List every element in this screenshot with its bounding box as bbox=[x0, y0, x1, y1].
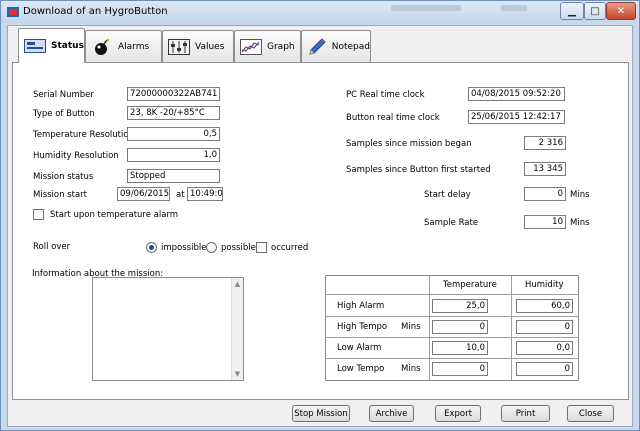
button-type-label: Type of Button bbox=[33, 109, 95, 119]
status-icon bbox=[23, 36, 47, 56]
humidity-resolution-field: 1,0 bbox=[127, 148, 220, 162]
row-low-tempo-unit: Mins bbox=[401, 364, 421, 374]
column-humidity: Humidity bbox=[525, 280, 564, 290]
tab-status-label: Status bbox=[51, 41, 84, 51]
samples-mission-field: 2 316 bbox=[524, 136, 566, 150]
close-button[interactable]: Close bbox=[567, 405, 614, 422]
radio-impossible[interactable] bbox=[146, 242, 157, 253]
samples-first-label: Samples since Button first started bbox=[346, 165, 491, 175]
window-title: Download of an HygroButton bbox=[23, 6, 168, 17]
pencil-icon bbox=[306, 37, 328, 57]
serial-number-field: 72000000322AB741 bbox=[127, 87, 220, 101]
background-blur bbox=[391, 5, 461, 11]
status-panel: Serial Number 72000000322AB741 Type of B… bbox=[12, 62, 629, 400]
sample-rate-unit: Mins bbox=[570, 218, 590, 228]
radio-possible[interactable] bbox=[206, 242, 217, 253]
bomb-icon bbox=[90, 37, 114, 57]
button-clock-label: Button real time clock bbox=[346, 113, 440, 123]
row-high-alarm-label: High Alarm bbox=[337, 301, 385, 311]
archive-button[interactable]: Archive bbox=[369, 405, 414, 422]
start-upon-alarm-label: Start upon temperature alarm bbox=[50, 210, 179, 220]
high-alarm-temperature[interactable]: 25,0 bbox=[432, 299, 488, 313]
at-label: at bbox=[176, 190, 185, 200]
app-window: Download of an HygroButton ▁ □ ✕ Status … bbox=[0, 0, 640, 431]
button-type-field: 23, 8K -20/+85°C bbox=[127, 106, 220, 120]
mission-start-time-field: 10:49:01 bbox=[187, 187, 223, 201]
mission-start-date-field: 09/06/2015 bbox=[117, 187, 170, 201]
tab-status[interactable]: Status bbox=[18, 28, 85, 63]
temperature-resolution-field: 0,5 bbox=[127, 127, 220, 141]
high-tempo-temperature[interactable]: 0 bbox=[432, 320, 488, 334]
high-alarm-humidity[interactable]: 60,0 bbox=[516, 299, 573, 313]
row-high-tempo-label: High Tempo bbox=[337, 322, 388, 332]
start-delay-unit: Mins bbox=[570, 190, 590, 200]
sample-rate-field[interactable]: 10 bbox=[524, 215, 566, 229]
sample-rate-label: Sample Rate bbox=[424, 218, 479, 228]
client-area: Status Alarms Values Graph Notepad Seria… bbox=[7, 25, 633, 427]
roll-over-label: Roll over bbox=[33, 242, 71, 252]
close-window-button[interactable]: ✕ bbox=[606, 2, 636, 20]
export-button[interactable]: Export bbox=[435, 405, 481, 422]
start-delay-field[interactable]: 0 bbox=[524, 187, 566, 201]
tab-notepad[interactable]: Notepad bbox=[301, 30, 371, 62]
low-alarm-temperature[interactable]: 10,0 bbox=[432, 341, 488, 355]
stop-mission-button[interactable]: Stop Mission bbox=[292, 405, 350, 422]
start-upon-alarm-checkbox[interactable] bbox=[33, 209, 44, 220]
start-delay-label: Start delay bbox=[424, 190, 471, 200]
row-low-alarm-label: Low Alarm bbox=[337, 343, 382, 353]
alarms-table: Temperature Humidity High Alarm 25,0 60,… bbox=[325, 275, 579, 381]
humidity-resolution-label: Humidity Resolution bbox=[33, 151, 119, 161]
maximize-button[interactable]: □ bbox=[584, 2, 606, 20]
app-icon bbox=[7, 7, 19, 17]
tab-graph[interactable]: Graph bbox=[234, 30, 301, 62]
values-icon bbox=[167, 37, 191, 57]
low-tempo-humidity[interactable]: 0 bbox=[516, 362, 573, 376]
button-clock-field: 25/06/2015 12:42:17 bbox=[468, 110, 565, 124]
radio-possible-label: possible bbox=[221, 243, 256, 253]
print-button[interactable]: Print bbox=[501, 405, 550, 422]
samples-first-field: 13 345 bbox=[524, 162, 566, 176]
minimize-button[interactable]: ▁ bbox=[560, 2, 584, 20]
tab-graph-label: Graph bbox=[267, 41, 295, 52]
row-low-tempo-label: Low Tempo bbox=[337, 364, 385, 374]
pc-clock-field: 04/08/2015 09:52:20 bbox=[468, 87, 565, 101]
tab-values-label: Values bbox=[195, 41, 225, 52]
title-bar: Download of an HygroButton ▁ □ ✕ bbox=[1, 1, 639, 23]
tab-alarms[interactable]: Alarms bbox=[85, 30, 162, 62]
tab-alarms-label: Alarms bbox=[118, 41, 150, 52]
tab-values[interactable]: Values bbox=[162, 30, 234, 62]
mission-info-textarea[interactable]: ▲ ▼ bbox=[92, 277, 244, 381]
low-tempo-temperature[interactable]: 0 bbox=[432, 362, 488, 376]
temperature-resolution-label: Temperature Resolution bbox=[33, 130, 134, 140]
mission-start-label: Mission start bbox=[33, 190, 88, 200]
samples-mission-label: Samples since mission began bbox=[346, 139, 472, 149]
tab-notepad-label: Notepad bbox=[331, 41, 370, 52]
background-blur bbox=[501, 5, 527, 11]
radio-impossible-label: impossible bbox=[161, 243, 207, 253]
mission-status-label: Mission status bbox=[33, 172, 94, 182]
row-high-tempo-unit: Mins bbox=[401, 322, 421, 332]
column-temperature: Temperature bbox=[443, 280, 497, 290]
mission-status-field: Stopped bbox=[127, 169, 220, 183]
scrollbar[interactable]: ▲ ▼ bbox=[231, 278, 243, 380]
graph-icon bbox=[239, 37, 263, 57]
scroll-up-icon[interactable]: ▲ bbox=[232, 278, 243, 290]
occurred-label: occurred bbox=[271, 243, 309, 253]
low-alarm-humidity[interactable]: 0,0 bbox=[516, 341, 573, 355]
serial-number-label: Serial Number bbox=[33, 90, 94, 100]
scroll-down-icon[interactable]: ▼ bbox=[232, 368, 243, 380]
occurred-checkbox[interactable] bbox=[256, 242, 267, 253]
pc-clock-label: PC Real time clock bbox=[346, 90, 425, 100]
high-tempo-humidity[interactable]: 0 bbox=[516, 320, 573, 334]
